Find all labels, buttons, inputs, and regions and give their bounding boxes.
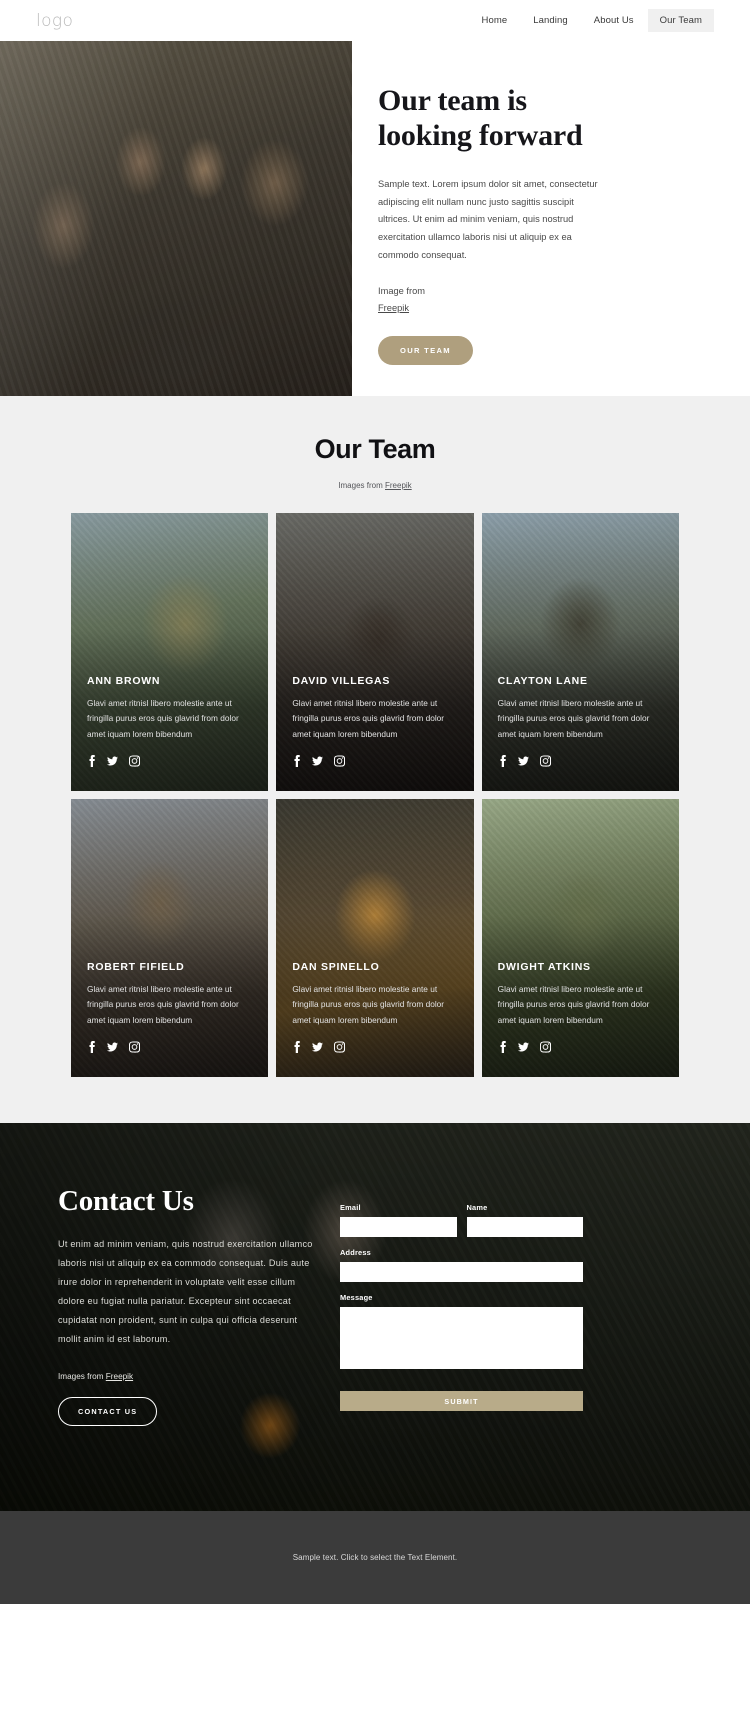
nav-item-landing[interactable]: Landing xyxy=(521,9,580,32)
hero-content: Our team is looking forward Sample text.… xyxy=(352,41,750,396)
instagram-icon[interactable] xyxy=(539,1041,551,1053)
email-field[interactable] xyxy=(340,1217,457,1237)
form-row-email-name: Email Name xyxy=(340,1203,583,1248)
team-member-name: DAVID VILLEGAS xyxy=(292,674,391,687)
team-member-socials xyxy=(292,1041,457,1053)
team-card-body: DWIGHT ATKINS Glavi amet ritnisl libero … xyxy=(498,961,663,1053)
hero-title: Our team is looking forward xyxy=(378,84,583,153)
contact-content: Contact Us Ut enim ad minim veniam, quis… xyxy=(0,1123,750,1426)
email-label: Email xyxy=(340,1203,361,1212)
contact-form: Email Name Address Message SUBMIT xyxy=(340,1185,583,1426)
team-grid: ANN BROWN Glavi amet ritnisl libero mole… xyxy=(71,513,679,1077)
contact-section: Contact Us Ut enim ad minim veniam, quis… xyxy=(0,1123,750,1511)
hero-paragraph: Sample text. Lorem ipsum dolor sit amet,… xyxy=(378,178,598,261)
team-card[interactable]: CLAYTON LANE Glavi amet ritnisl libero m… xyxy=(481,513,679,791)
site-footer: Sample text. Click to select the Text El… xyxy=(0,1511,750,1604)
twitter-icon[interactable] xyxy=(312,1041,324,1053)
team-member-description: Glavi amet ritnisl libero molestie ante … xyxy=(497,983,650,1025)
form-group-email: Email xyxy=(340,1203,457,1237)
footer-text[interactable]: Sample text. Click to select the Text El… xyxy=(293,1553,458,1562)
team-member-socials xyxy=(292,755,457,767)
team-member-name: DWIGHT ATKINS xyxy=(497,960,591,973)
our-team-button[interactable]: OUR TEAM xyxy=(378,336,473,366)
instagram-icon[interactable] xyxy=(129,1041,140,1053)
contact-credit-link[interactable]: Freepik xyxy=(106,1372,133,1381)
team-card-body: ANN BROWN Glavi amet ritnisl libero mole… xyxy=(87,675,252,767)
facebook-icon[interactable] xyxy=(87,1041,96,1053)
team-member-socials xyxy=(498,755,663,767)
team-member-socials xyxy=(87,755,252,767)
hero-image-credit: Image from Freepik xyxy=(378,283,712,317)
instagram-icon[interactable] xyxy=(334,1041,346,1053)
team-member-name: CLAYTON LANE xyxy=(497,674,588,687)
twitter-icon[interactable] xyxy=(517,755,529,767)
team-member-name: ROBERT FIFIELD xyxy=(87,960,185,973)
instagram-icon[interactable] xyxy=(334,755,346,767)
team-member-name: DAN SPINELLO xyxy=(292,960,380,973)
twitter-icon[interactable] xyxy=(312,755,324,767)
hero-credit-prefix: Image from xyxy=(378,286,426,296)
team-member-description: Glavi amet ritnisl libero molestie ante … xyxy=(292,697,445,739)
address-field[interactable] xyxy=(340,1262,583,1282)
main-navigation: Home Landing About Us Our Team xyxy=(470,9,714,32)
form-group-address: Address xyxy=(340,1248,583,1282)
instagram-icon[interactable] xyxy=(129,755,140,767)
form-group-name: Name xyxy=(466,1203,583,1237)
team-section-title: Our Team xyxy=(314,434,436,464)
team-credit-prefix: Images from xyxy=(338,481,383,490)
team-member-description: Glavi amet ritnisl libero molestie ante … xyxy=(292,983,445,1025)
team-card-body: DAVID VILLEGAS Glavi amet ritnisl libero… xyxy=(292,675,457,767)
facebook-icon[interactable] xyxy=(87,755,96,767)
twitter-icon[interactable] xyxy=(107,755,118,767)
contact-title: Contact Us xyxy=(58,1185,194,1217)
site-logo[interactable]: logo xyxy=(36,11,73,31)
facebook-icon[interactable] xyxy=(498,755,507,767)
team-member-description: Glavi amet ritnisl libero molestie ante … xyxy=(87,697,239,739)
team-card[interactable]: DAVID VILLEGAS Glavi amet ritnisl libero… xyxy=(276,513,474,791)
submit-button[interactable]: SUBMIT xyxy=(340,1391,583,1411)
team-card[interactable]: DWIGHT ATKINS Glavi amet ritnisl libero … xyxy=(481,799,679,1077)
team-member-description: Glavi amet ritnisl libero molestie ante … xyxy=(87,983,239,1025)
team-card-body: ROBERT FIFIELD Glavi amet ritnisl libero… xyxy=(87,961,252,1053)
team-image-credit: Images from Freepik xyxy=(0,481,750,490)
nav-item-about-us[interactable]: About Us xyxy=(582,9,646,32)
site-header: logo Home Landing About Us Our Team xyxy=(0,0,750,41)
team-member-socials xyxy=(87,1041,252,1053)
facebook-icon[interactable] xyxy=(292,1041,301,1053)
team-section: Our Team Images from Freepik ANN BROWN G… xyxy=(0,396,750,1123)
team-member-description: Glavi amet ritnisl libero molestie ante … xyxy=(497,697,650,739)
team-card-body: DAN SPINELLO Glavi amet ritnisl libero m… xyxy=(292,961,457,1053)
contact-image-credit: Images from Freepik xyxy=(58,1372,316,1381)
address-label: Address xyxy=(340,1248,371,1257)
team-card-body: CLAYTON LANE Glavi amet ritnisl libero m… xyxy=(498,675,663,767)
contact-paragraph: Ut enim ad minim veniam, quis nostrud ex… xyxy=(58,1239,313,1345)
hero-credit-link[interactable]: Freepik xyxy=(378,303,409,313)
team-member-socials xyxy=(498,1041,663,1053)
message-label: Message xyxy=(340,1293,373,1302)
instagram-icon[interactable] xyxy=(539,755,551,767)
facebook-icon[interactable] xyxy=(292,755,301,767)
form-group-message: Message xyxy=(340,1293,583,1374)
name-label: Name xyxy=(466,1203,488,1212)
message-field[interactable] xyxy=(340,1307,583,1369)
contact-credit-prefix: Images from xyxy=(58,1371,104,1381)
nav-item-our-team[interactable]: Our Team xyxy=(647,9,714,32)
contact-text-column: Contact Us Ut enim ad minim veniam, quis… xyxy=(58,1185,316,1426)
hero-image xyxy=(0,41,352,396)
team-credit-link[interactable]: Freepik xyxy=(385,481,412,490)
facebook-icon[interactable] xyxy=(498,1041,507,1053)
team-card[interactable]: DAN SPINELLO Glavi amet ritnisl libero m… xyxy=(276,799,474,1077)
hero-image-texture xyxy=(0,41,352,396)
page-root: logo Home Landing About Us Our Team Our … xyxy=(0,0,750,1604)
team-card[interactable]: ANN BROWN Glavi amet ritnisl libero mole… xyxy=(71,513,269,791)
name-field[interactable] xyxy=(466,1217,583,1237)
contact-us-button[interactable]: CONTACT US xyxy=(58,1396,158,1426)
hero-section: Our team is looking forward Sample text.… xyxy=(0,41,750,396)
nav-item-home[interactable]: Home xyxy=(470,9,520,32)
team-card[interactable]: ROBERT FIFIELD Glavi amet ritnisl libero… xyxy=(71,799,269,1077)
twitter-icon[interactable] xyxy=(107,1041,118,1053)
twitter-icon[interactable] xyxy=(517,1041,529,1053)
team-member-name: ANN BROWN xyxy=(87,674,161,687)
